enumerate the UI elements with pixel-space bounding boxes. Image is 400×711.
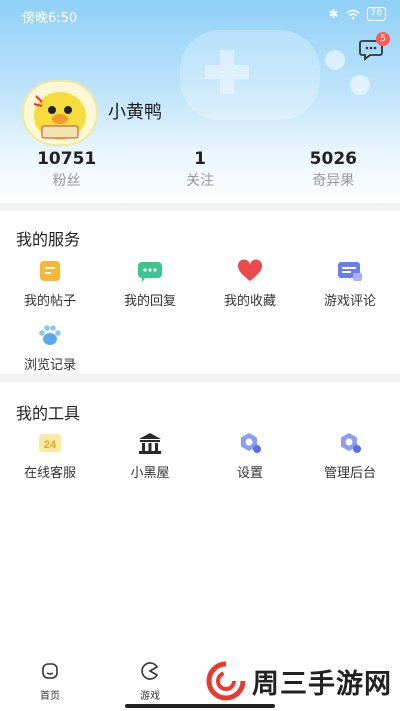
service-my-replies[interactable]: 我的回复	[100, 256, 200, 309]
stat-value: 5026	[309, 149, 357, 169]
messages-button[interactable]: 5	[358, 32, 390, 64]
section-divider	[0, 203, 400, 211]
svg-text:24: 24	[44, 439, 57, 451]
duck-avatar-icon	[33, 92, 86, 140]
home-icon	[42, 663, 58, 679]
pacman-icon	[141, 662, 159, 680]
service-label: 我的回复	[123, 294, 176, 309]
tool-label: 在线客服	[23, 466, 76, 481]
tools-title: 我的工具	[16, 404, 81, 423]
stat-kiwi[interactable]: 5026 奇异果	[267, 148, 400, 198]
bluetooth-icon: ✱	[328, 7, 339, 21]
status-bar: 傍晚6:50 ✱ 78	[0, 0, 400, 30]
watermark: 周三手游网	[206, 659, 392, 703]
stat-value: 1	[194, 149, 206, 169]
nav-label: 游戏	[140, 691, 160, 702]
tool-blackhouse[interactable]: 小黑屋	[100, 428, 200, 481]
tool-label: 设置	[236, 466, 263, 481]
status-time: 傍晚6:50	[22, 11, 78, 26]
home-indicator	[125, 704, 275, 708]
admin-icon	[335, 428, 365, 458]
service-my-posts[interactable]: 我的帖子	[0, 256, 100, 309]
stat-label: 粉丝	[52, 173, 81, 189]
wifi-icon	[346, 9, 360, 19]
nav-home[interactable]: 首页	[20, 661, 80, 702]
posts-icon	[35, 256, 65, 286]
service-my-favorites[interactable]: 我的收藏	[200, 256, 300, 309]
service-browse-history[interactable]: 浏览记录	[0, 320, 100, 373]
blackhouse-icon	[135, 428, 165, 458]
service-label: 浏览记录	[23, 358, 76, 373]
settings-icon	[235, 428, 265, 458]
support-24-icon: 24	[35, 428, 65, 458]
heart-icon	[235, 256, 265, 286]
site-logo-icon	[206, 661, 246, 701]
service-game-reviews[interactable]: 游戏评论	[300, 256, 400, 309]
stat-label: 关注	[185, 173, 214, 189]
gamepad-decoration-icon	[180, 30, 370, 120]
tool-label: 小黑屋	[130, 466, 170, 481]
services-title: 我的服务	[16, 230, 81, 249]
stat-value: 10751	[37, 149, 97, 169]
status-icons: ✱ 78	[328, 7, 386, 21]
message-count-badge: 5	[376, 32, 390, 46]
stats-row: 10751 粉丝 1 关注 5026 奇异果	[0, 148, 400, 198]
section-divider	[0, 374, 400, 382]
service-label: 游戏评论	[323, 294, 376, 309]
paw-icon	[35, 320, 65, 350]
tool-label: 管理后台	[323, 466, 376, 481]
stat-fans[interactable]: 10751 粉丝	[0, 148, 133, 198]
username: 小黄鸭	[108, 102, 162, 123]
tool-settings[interactable]: 设置	[200, 428, 300, 481]
tool-online-support[interactable]: 24 在线客服	[0, 428, 100, 481]
stat-following[interactable]: 1 关注	[133, 148, 266, 198]
watermark-text: 周三手游网	[252, 668, 392, 700]
reply-icon	[135, 256, 165, 286]
service-label: 我的收藏	[223, 294, 276, 309]
stat-label: 奇异果	[312, 173, 355, 189]
service-label: 我的帖子	[23, 294, 76, 309]
nav-label: 首页	[40, 691, 60, 702]
tool-admin-panel[interactable]: 管理后台	[300, 428, 400, 481]
avatar[interactable]	[22, 80, 98, 146]
comment-icon	[335, 256, 365, 286]
nav-games[interactable]: 游戏	[120, 661, 180, 702]
battery-icon: 78	[366, 7, 386, 21]
